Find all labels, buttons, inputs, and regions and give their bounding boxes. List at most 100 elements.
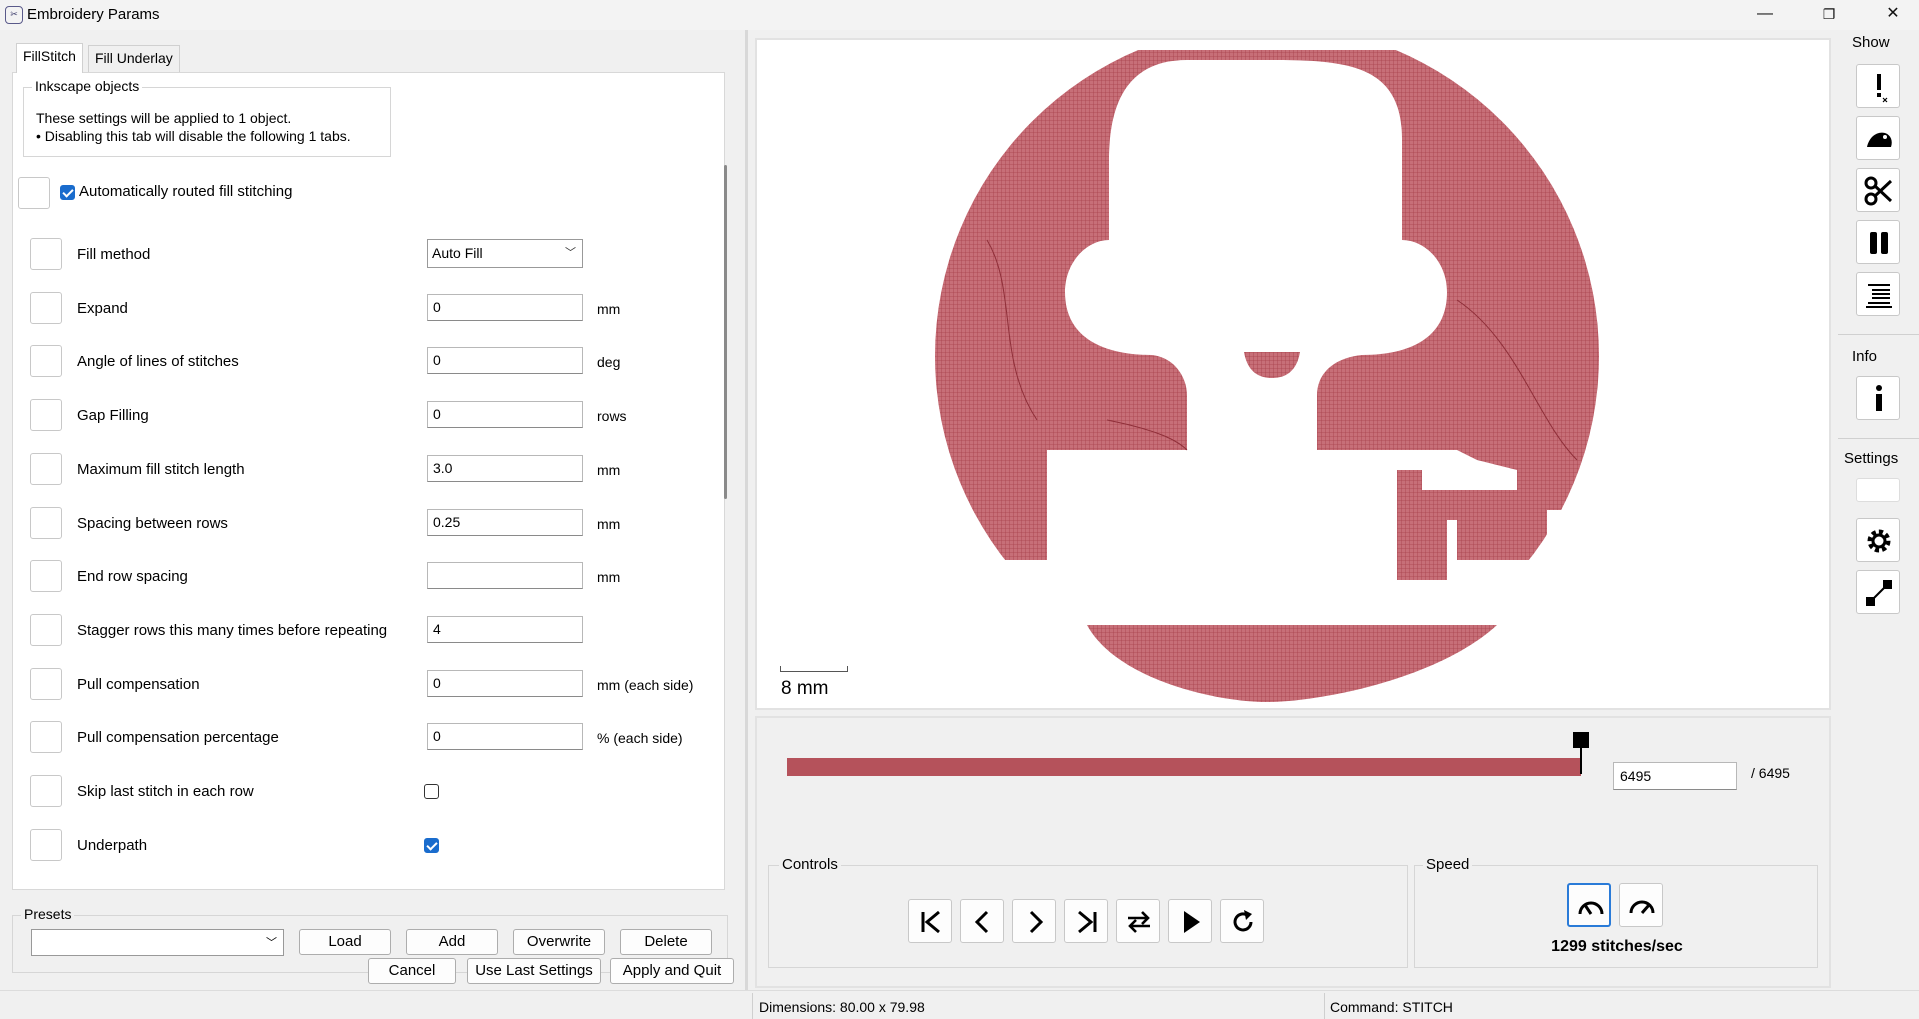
stitch-preview[interactable] bbox=[755, 38, 1831, 710]
window-title: Embroidery Params bbox=[27, 6, 160, 23]
dimensions-status: Dimensions: 80.00 x 79.98 bbox=[759, 999, 925, 1015]
restart-button[interactable] bbox=[1220, 899, 1264, 943]
param-toggle[interactable] bbox=[30, 345, 62, 377]
step-forward-button[interactable] bbox=[1012, 899, 1056, 943]
scale-label: 8 mm bbox=[781, 678, 829, 699]
frog-icon bbox=[1867, 132, 1892, 147]
param-unit: mm bbox=[597, 462, 621, 478]
param-input[interactable]: 4 bbox=[427, 616, 583, 643]
param-input[interactable]: 0 bbox=[427, 723, 583, 750]
param-input[interactable]: 0 bbox=[427, 401, 583, 428]
speed-fast-icon bbox=[1629, 900, 1655, 914]
param-label: Stagger rows this many times before repe… bbox=[77, 622, 388, 639]
title-bar: ✂ Embroidery Params — ❐ ✕ bbox=[0, 0, 1919, 30]
param-label: Angle of lines of stitches bbox=[77, 353, 239, 370]
show-commands-button[interactable] bbox=[1856, 272, 1900, 316]
param-toggle[interactable] bbox=[30, 775, 62, 807]
faster-button[interactable] bbox=[1619, 883, 1663, 927]
tab-fillstitch[interactable]: FillStitch bbox=[16, 43, 83, 73]
show-trims-button[interactable] bbox=[1856, 168, 1900, 212]
controls-title: Controls bbox=[779, 856, 841, 873]
auto-routed-label: Automatically routed fill stitching bbox=[79, 183, 293, 200]
info-label: Info bbox=[1852, 348, 1878, 365]
params-panel: FillStitch Fill Underlay Inkscape object… bbox=[0, 30, 740, 990]
info-button[interactable] bbox=[1856, 376, 1900, 420]
play-button[interactable] bbox=[1168, 899, 1212, 943]
inkscape-info-line: • Disabling this tab will disable the fo… bbox=[36, 128, 351, 144]
delete-button[interactable]: Delete bbox=[620, 929, 712, 955]
stitch-number-input[interactable]: 6495 bbox=[1613, 762, 1737, 790]
preset-select[interactable]: ﹀ bbox=[31, 929, 284, 956]
param-input[interactable] bbox=[427, 562, 583, 589]
warning-icon bbox=[1877, 74, 1888, 103]
show-stops-button[interactable] bbox=[1856, 220, 1900, 264]
fill-method-select[interactable]: Auto Fill ﹀ bbox=[427, 239, 583, 268]
auto-routed-checkbox[interactable] bbox=[60, 185, 75, 200]
direction-swap-button[interactable] bbox=[1116, 899, 1160, 943]
slower-button[interactable] bbox=[1567, 883, 1611, 927]
param-unit: deg bbox=[597, 354, 621, 370]
param-label: Skip last stitch in each row bbox=[77, 783, 254, 800]
param-unit: mm bbox=[597, 301, 621, 317]
tab-fill-underlay[interactable]: Fill Underlay bbox=[88, 45, 180, 72]
app-icon: ✂ bbox=[5, 6, 23, 24]
param-toggle[interactable] bbox=[30, 829, 62, 861]
apply-and-quit-button[interactable]: Apply and Quit bbox=[610, 958, 734, 984]
cancel-button[interactable]: Cancel bbox=[368, 958, 456, 984]
go-to-end-icon bbox=[1078, 910, 1097, 934]
status-bar: Dimensions: 80.00 x 79.98 Command: STITC… bbox=[0, 990, 1919, 1019]
settings-button[interactable] bbox=[1856, 518, 1900, 562]
maximize-button[interactable]: ❐ bbox=[1806, 0, 1852, 30]
presets-title: Presets bbox=[21, 906, 75, 922]
go-to-start-button[interactable] bbox=[908, 899, 952, 943]
speed-readout: 1299 stitches/sec bbox=[1551, 938, 1683, 955]
param-input[interactable]: 0 bbox=[427, 347, 583, 374]
show-errors-button[interactable] bbox=[1856, 64, 1900, 108]
param-toggle[interactable] bbox=[30, 238, 62, 270]
resize-button[interactable] bbox=[1856, 570, 1900, 614]
show-jumps-button[interactable] bbox=[1856, 116, 1900, 160]
auto-routed-toggle[interactable] bbox=[18, 177, 50, 209]
add-button[interactable]: Add bbox=[406, 929, 498, 955]
param-toggle[interactable] bbox=[30, 560, 62, 592]
param-label: Pull compensation percentage bbox=[77, 729, 279, 746]
param-toggle[interactable] bbox=[30, 453, 62, 485]
param-checkbox[interactable] bbox=[424, 838, 439, 853]
param-unit: rows bbox=[597, 408, 627, 424]
param-toggle[interactable] bbox=[30, 507, 62, 539]
param-unit: mm bbox=[597, 516, 621, 532]
go-to-end-button[interactable] bbox=[1064, 899, 1108, 943]
param-input[interactable]: 0 bbox=[427, 294, 583, 321]
param-input[interactable]: 3.0 bbox=[427, 455, 583, 482]
splitter[interactable] bbox=[745, 30, 748, 990]
go-to-start-icon bbox=[921, 910, 940, 934]
param-input[interactable]: 0.25 bbox=[427, 509, 583, 536]
restart-icon bbox=[1233, 910, 1253, 932]
overwrite-button[interactable]: Overwrite bbox=[513, 929, 605, 955]
direction-swap-icon bbox=[1128, 911, 1150, 933]
param-toggle[interactable] bbox=[30, 399, 62, 431]
embroidery-render bbox=[935, 50, 1606, 702]
step-back-button[interactable] bbox=[960, 899, 1004, 943]
fill-method-value: Auto Fill bbox=[432, 245, 483, 261]
minimize-button[interactable]: — bbox=[1742, 0, 1788, 30]
param-toggle[interactable] bbox=[30, 614, 62, 646]
chevron-down-icon: ﹀ bbox=[266, 937, 277, 949]
speed-slow-icon bbox=[1578, 901, 1604, 915]
progress-slider-handle[interactable] bbox=[1573, 732, 1589, 748]
param-unit: % (each side) bbox=[597, 730, 683, 746]
resize-diagonal-icon bbox=[1866, 580, 1892, 606]
scrollbar-thumb[interactable] bbox=[724, 165, 727, 499]
param-toggle[interactable] bbox=[30, 668, 62, 700]
param-toggle[interactable] bbox=[30, 721, 62, 753]
param-toggle[interactable] bbox=[30, 292, 62, 324]
tab-page: Inkscape objects These settings will be … bbox=[12, 72, 727, 890]
param-input[interactable]: 0 bbox=[427, 670, 583, 697]
step-forward-icon bbox=[1029, 910, 1044, 934]
blank-setting-button[interactable] bbox=[1856, 478, 1900, 502]
close-button[interactable]: ✕ bbox=[1870, 0, 1916, 30]
param-label: Spacing between rows bbox=[77, 515, 228, 532]
use-last-settings-button[interactable]: Use Last Settings bbox=[467, 958, 601, 984]
load-button[interactable]: Load bbox=[299, 929, 391, 955]
param-checkbox[interactable] bbox=[424, 784, 439, 799]
